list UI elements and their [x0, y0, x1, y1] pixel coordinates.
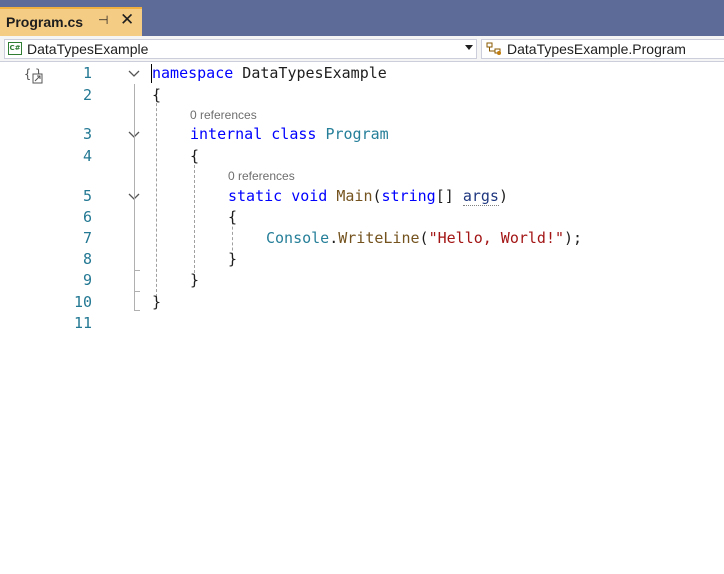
keyword: namespace	[152, 64, 234, 82]
class-name: Program	[316, 125, 389, 143]
method-name: WriteLine	[338, 229, 420, 247]
keyword: void	[282, 187, 328, 205]
code-line-8[interactable]: }	[228, 249, 237, 270]
code-line-4[interactable]: {	[190, 146, 199, 167]
chevron-down-icon[interactable]	[465, 45, 473, 50]
code-line-1[interactable]: namespace DataTypesExample	[152, 63, 387, 84]
punctuation: (	[419, 229, 429, 247]
outline-block-end	[134, 310, 140, 311]
punctuation: )	[498, 187, 508, 205]
code-line-10[interactable]: }	[152, 292, 161, 313]
code-line-6[interactable]: {	[228, 207, 237, 228]
member-dropdown-label: DataTypesExample.Program	[507, 41, 686, 57]
line-number: 4	[82, 147, 92, 165]
line-number: 8	[82, 250, 92, 268]
member-dropdown[interactable]: DataTypesExample.Program	[481, 39, 724, 59]
outline-block-end	[134, 270, 140, 271]
codelens-references[interactable]: 0 references	[190, 107, 257, 123]
pin-icon[interactable]: ⊣	[98, 13, 108, 27]
tab-title: Program.cs	[6, 14, 84, 30]
line-number: 6	[82, 208, 92, 226]
keyword: internal	[190, 125, 263, 143]
code-line-2[interactable]: {	[152, 85, 161, 106]
navigation-bar: C# DataTypesExample DataTypesExample.Pro…	[0, 36, 724, 62]
indent-guide	[156, 88, 157, 302]
punctuation: []	[435, 187, 463, 205]
document-tab-strip: Program.cs ⊣ ✕	[0, 0, 724, 36]
code-line-5[interactable]: static void Main(string[] args)	[228, 186, 508, 207]
collapse-chevron-icon[interactable]	[128, 69, 140, 79]
keyword: string	[381, 187, 436, 205]
method-name: Main	[327, 187, 373, 205]
line-number: 7	[82, 229, 92, 247]
line-number: 5	[82, 187, 92, 205]
keyword: static	[228, 187, 283, 205]
code-line-9[interactable]: }	[190, 270, 199, 291]
namespace-name: DataTypesExample	[233, 64, 387, 82]
tab-program-cs[interactable]: Program.cs ⊣ ✕	[0, 7, 142, 36]
outline-indicator-icon[interactable]: { }	[24, 66, 46, 86]
indent-guide	[194, 150, 195, 283]
class-icon	[486, 42, 501, 55]
project-dropdown-label: DataTypesExample	[27, 41, 149, 57]
code-line-7[interactable]: Console.WriteLine("Hello, World!");	[266, 228, 582, 249]
outline-block-end	[134, 291, 140, 292]
line-number: 11	[73, 314, 92, 332]
codelens-references[interactable]: 0 references	[228, 168, 295, 184]
line-number: 9	[82, 271, 92, 289]
svg-text:{: {	[24, 67, 31, 81]
project-dropdown[interactable]: C# DataTypesExample	[4, 39, 477, 59]
punctuation: (	[372, 187, 382, 205]
class-name: Console	[266, 229, 330, 247]
line-number: 3	[82, 125, 92, 143]
keyword: class	[262, 125, 317, 143]
code-line-3[interactable]: internal class Program	[190, 124, 389, 145]
punctuation: );	[564, 229, 583, 247]
outline-margin-line	[134, 84, 135, 310]
close-icon[interactable]: ✕	[120, 10, 134, 30]
csharp-project-icon: C#	[8, 42, 22, 55]
line-number: 1	[82, 64, 92, 82]
string-literal: "Hello, World!"	[428, 229, 565, 247]
line-number: 2	[82, 86, 92, 104]
parameter-name: args	[462, 187, 499, 206]
punctuation: .	[329, 229, 339, 247]
line-number: 10	[73, 293, 92, 311]
